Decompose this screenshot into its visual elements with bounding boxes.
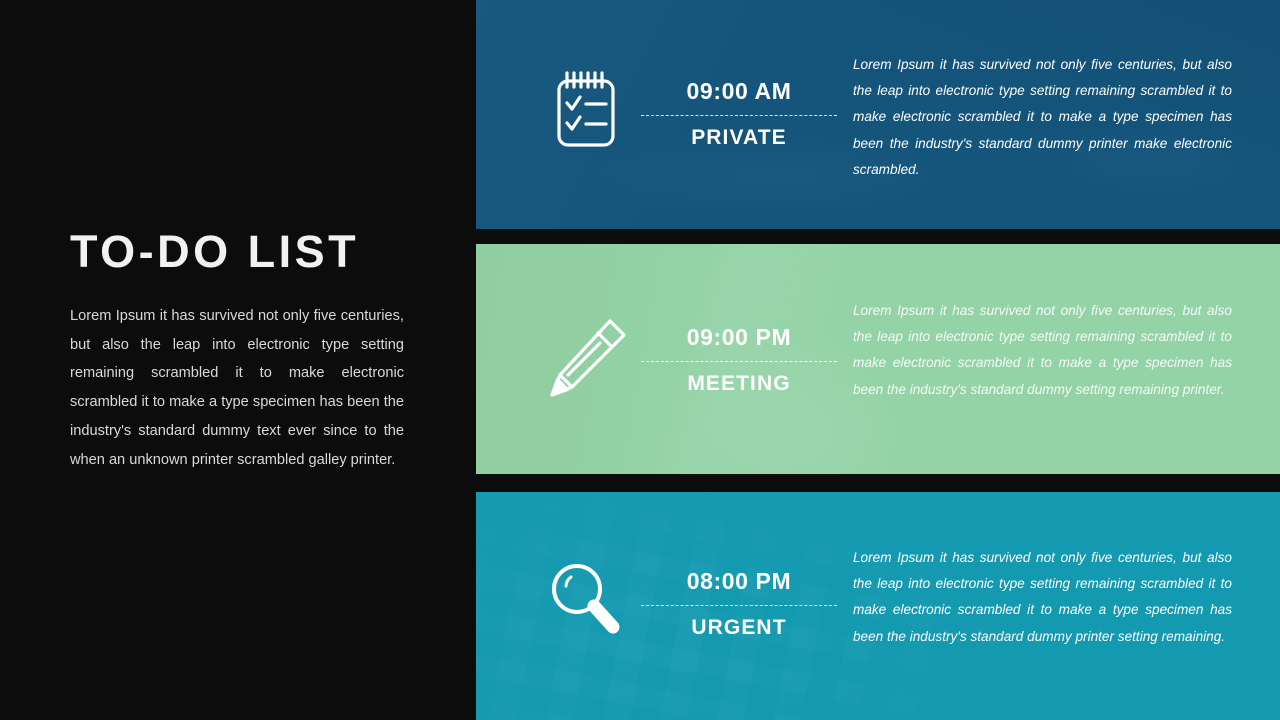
task-card-meeting[interactable]: 09:00 PM MEETING Lorem Ipsum it has surv…	[476, 244, 1280, 474]
task-meta-meeting: 09:00 PM MEETING	[639, 320, 839, 400]
intro-paragraph: Lorem Ipsum it has survived not only fiv…	[70, 308, 404, 468]
task-time: 09:00 PM	[686, 324, 792, 350]
task-description: Lorem Ipsum it has survived not only fiv…	[853, 57, 1232, 177]
page-title: TO-DO LIST	[70, 226, 360, 277]
task-time: 08:00 PM	[686, 568, 792, 594]
meta-divider	[641, 115, 837, 116]
task-meta-private: 09:00 AM PRIVATE	[639, 74, 839, 154]
task-label: URGENT	[691, 616, 787, 639]
task-meta-urgent: 08:00 PM URGENT	[639, 564, 839, 644]
meta-divider	[641, 361, 837, 362]
task-label: MEETING	[687, 372, 791, 395]
pencil-icon	[526, 299, 646, 419]
task-label: PRIVATE	[691, 126, 787, 149]
task-description: Lorem Ipsum it has survived not only fiv…	[853, 303, 1232, 397]
task-time: 09:00 AM	[686, 78, 792, 104]
notepad-checklist-icon	[526, 53, 646, 173]
left-intro-panel: TO-DO LIST Lorem Ipsum it has survived n…	[0, 0, 476, 720]
magnifier-icon	[526, 540, 646, 660]
task-card-private[interactable]: 09:00 AM PRIVATE Lorem Ipsum it has surv…	[476, 0, 1280, 229]
meta-divider	[641, 605, 837, 606]
task-description: Lorem Ipsum it has survived not only fiv…	[853, 550, 1232, 644]
slide-canvas: TO-DO LIST Lorem Ipsum it has survived n…	[0, 0, 1280, 720]
task-card-urgent[interactable]: 08:00 PM URGENT Lorem Ipsum it has survi…	[476, 492, 1280, 720]
